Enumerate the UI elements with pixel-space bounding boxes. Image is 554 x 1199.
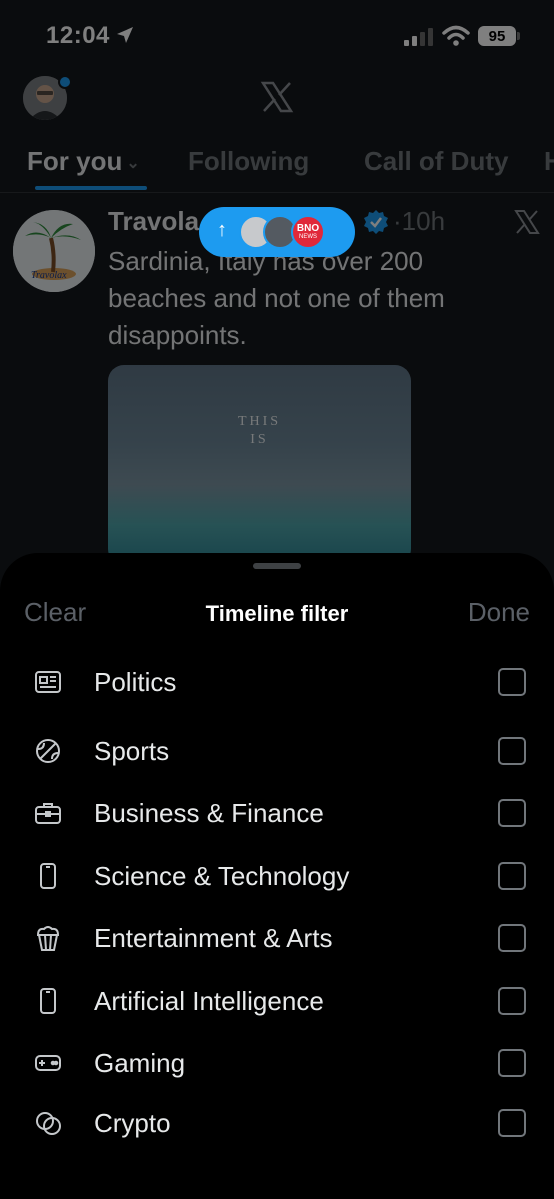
tab-partial[interactable]: H: [544, 146, 554, 177]
x-logo-icon[interactable]: [514, 209, 540, 235]
timeline-filter-sheet: Clear Timeline filter Done Politics Spor…: [0, 553, 554, 1199]
ball-icon: [36, 739, 60, 763]
avatar-logo-text: Travolax: [31, 270, 67, 281]
filter-checkbox[interactable]: [498, 1109, 526, 1137]
filter-row-sports[interactable]: Sports: [0, 726, 554, 776]
newspaper-icon: [35, 671, 61, 693]
filter-checkbox[interactable]: [498, 1049, 526, 1077]
cellular-signal-icon: [404, 28, 433, 46]
filter-label: Sports: [94, 736, 170, 766]
filter-checkbox[interactable]: [498, 924, 526, 952]
filter-row-entertainment-arts[interactable]: Entertainment & Arts: [0, 913, 554, 963]
post-author-name[interactable]: Travola: [108, 206, 199, 237]
done-button[interactable]: Done: [468, 597, 530, 628]
status-bar: 12:04 95: [0, 0, 554, 70]
post-author-avatar[interactable]: Travolax: [13, 210, 95, 292]
gamepad-icon: [35, 1055, 61, 1071]
post-timestamp: ·10h: [393, 206, 446, 236]
tab-for-you[interactable]: For you ⌄: [27, 146, 140, 177]
active-tab-indicator: [35, 186, 147, 190]
pill-avatar-bno: BNO NEWS: [291, 215, 325, 249]
popcorn-icon: [36, 926, 60, 951]
arrow-up-icon: ↑: [217, 219, 227, 241]
filter-label: Artificial Intelligence: [94, 986, 324, 1016]
timeline-tabs: For you ⌄ Following Call of Duty H: [0, 140, 554, 193]
tab-following[interactable]: Following: [188, 146, 309, 177]
chevron-down-icon: ⌄: [126, 155, 140, 173]
post-media-image[interactable]: THIS IS: [108, 365, 411, 565]
briefcase-icon: [35, 803, 61, 824]
filter-checkbox[interactable]: [498, 668, 526, 696]
post-body-text: Sardinia, Italy has over 200 beaches and…: [108, 246, 445, 350]
filter-checkbox[interactable]: [498, 799, 526, 827]
filter-label: Gaming: [94, 1048, 186, 1078]
phone-icon: [40, 988, 56, 1014]
x-logo-icon: [260, 81, 294, 113]
filter-label: Business & Finance: [94, 798, 324, 828]
filter-label: Entertainment & Arts: [94, 923, 333, 953]
sheet-drag-handle[interactable]: [253, 563, 301, 569]
filter-row-artificial-intelligence[interactable]: Artificial Intelligence: [0, 976, 554, 1026]
location-arrow-icon: [117, 27, 133, 43]
filter-row-crypto[interactable]: Crypto: [0, 1098, 554, 1148]
filter-label: Crypto: [94, 1108, 171, 1138]
image-caption: THIS IS: [237, 414, 282, 447]
status-time: 12:04: [46, 22, 110, 49]
filter-row-gaming[interactable]: Gaming: [0, 1038, 554, 1088]
filter-label: Science & Technology: [94, 861, 350, 891]
filter-checkbox[interactable]: [498, 862, 526, 890]
filter-checkbox[interactable]: [498, 987, 526, 1015]
filter-row-science-technology[interactable]: Science & Technology: [0, 851, 554, 901]
tab-call-of-duty[interactable]: Call of Duty: [364, 146, 508, 177]
filter-row-business-finance[interactable]: Business & Finance: [0, 788, 554, 838]
filter-row-politics[interactable]: Politics: [0, 657, 554, 707]
wifi-icon: [442, 25, 470, 46]
notification-dot: [58, 75, 72, 89]
battery-cap: [517, 32, 520, 40]
filter-label: Politics: [94, 667, 177, 697]
coins-icon: [36, 1112, 61, 1135]
battery-indicator: 95: [478, 26, 516, 46]
new-posts-pill[interactable]: ↑ BNO NEWS: [199, 207, 355, 257]
filter-checkbox[interactable]: [498, 737, 526, 765]
verified-badge-icon: [364, 210, 388, 234]
phone-icon: [40, 863, 56, 889]
